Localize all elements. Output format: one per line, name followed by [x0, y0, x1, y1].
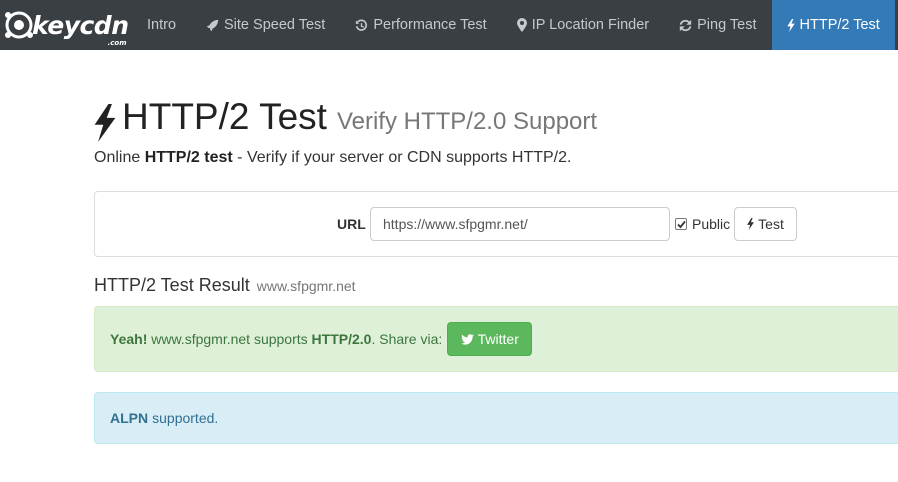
nav-item-label: Site Speed Test — [224, 17, 326, 33]
success-alert: Yeah! www.sfpgmr.net supports HTTP/2.0 .… — [94, 306, 898, 372]
nav-item-http2-test[interactable]: HTTP/2 Test — [771, 0, 895, 50]
page-lead: Online HTTP/2 test - Verify if your serv… — [94, 149, 572, 166]
map-marker-icon — [516, 18, 527, 32]
public-label: Public — [692, 216, 731, 232]
success-protocol: HTTP/2.0 — [311, 331, 372, 347]
url-label: URL — [337, 216, 366, 232]
rocket-icon — [206, 19, 219, 31]
result-host: www.sfpgmr.net — [256, 278, 356, 294]
test-form: URL Public Test — [94, 191, 898, 257]
bolt-icon — [786, 18, 795, 32]
public-checkbox[interactable]: Public — [675, 216, 730, 232]
brand-logo[interactable]: keycdn .com — [0, 0, 132, 50]
bolt-icon — [747, 218, 755, 230]
page-header: HTTP/2 Test Verify HTTP/2.0 Support — [94, 96, 898, 146]
test-button-label: Test — [758, 216, 784, 232]
keycdn-logo-icon — [5, 11, 33, 39]
checkbox-icon[interactable] — [675, 218, 687, 230]
nav-item-label: HTTP/2 Test — [799, 17, 880, 33]
nav-item-ping-test[interactable]: Ping Test — [664, 0, 771, 50]
alpn-info-alert: ALPN supported. — [94, 392, 898, 444]
success-text: www.sfpgmr.net supports — [147, 331, 312, 347]
page-subtitle: Verify HTTP/2.0 Support — [336, 108, 598, 135]
twitter-share-button[interactable]: Twitter — [447, 322, 533, 356]
nav-item-ip-location-finder[interactable]: IP Location Finder — [502, 0, 664, 50]
success-exclamation: Yeah! — [110, 331, 148, 347]
nav-item-label: Intro — [147, 17, 177, 33]
alpn-status: supported. — [152, 410, 219, 426]
top-navbar: keycdn .com Intro Site Speed Test Perform… — [0, 0, 898, 50]
nav-item-site-speed-test[interactable]: Site Speed Test — [191, 0, 340, 50]
twitter-button-label: Twitter — [477, 331, 519, 347]
refresh-icon — [679, 19, 692, 31]
alpn-label: ALPN — [110, 410, 149, 426]
nav-item-performance-test[interactable]: Performance Test — [340, 0, 501, 50]
url-input[interactable] — [370, 207, 670, 241]
brand-suffix: .com — [107, 38, 127, 47]
test-button[interactable]: Test — [734, 207, 797, 241]
nav-item-label: Ping Test — [697, 17, 757, 33]
bolt-icon — [94, 104, 116, 142]
result-heading: HTTP/2 Test Result www.sfpgmr.net — [94, 275, 356, 295]
share-text: . Share via: — [371, 331, 443, 347]
nav-item-intro[interactable]: Intro — [132, 0, 191, 50]
nav-item-label: Performance Test — [373, 17, 487, 33]
history-icon — [356, 19, 368, 31]
nav-item-label: IP Location Finder — [531, 17, 650, 33]
brand-name: keycdn .com — [32, 10, 129, 47]
page-title: HTTP/2 Test — [122, 96, 327, 137]
twitter-icon — [460, 333, 474, 345]
main-content: HTTP/2 Test Verify HTTP/2.0 Support Onli… — [94, 96, 898, 444]
